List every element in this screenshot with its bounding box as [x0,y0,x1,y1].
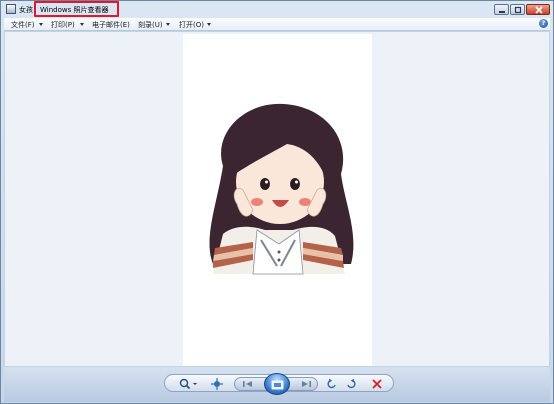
minimize-icon [499,11,505,13]
menu-print-dropdown-icon[interactable] [80,23,84,26]
displayed-image [183,34,372,366]
rotate-left-icon[interactable] [326,378,338,390]
maximize-icon [514,6,522,14]
help-icon[interactable]: ? [539,19,548,28]
next-icon[interactable] [299,379,313,389]
menu-email[interactable]: 电子邮件(E) [92,20,130,30]
menu-print[interactable]: 打印(P) [51,20,75,30]
close-button[interactable] [526,4,550,15]
maximize-button[interactable] [510,4,525,15]
menu-open[interactable]: 打开(O) [179,20,204,30]
slideshow-icon [271,380,284,390]
menu-burn[interactable]: 刻录(U) [138,20,163,30]
zoom-icon[interactable] [179,378,197,390]
slideshow-button[interactable] [264,373,290,395]
close-icon [535,6,543,14]
delete-icon[interactable] [371,378,383,390]
menu-file[interactable]: 文件(F) [11,20,35,30]
minimize-button[interactable] [494,4,509,15]
previous-icon[interactable] [241,379,255,389]
menu-file-dropdown-icon[interactable] [39,23,43,26]
photo-viewer-window: 女孩 Windows 照片查看器 文件(F) 打印(P) 电子邮件(E) 刻录(… [0,0,554,404]
window-title-filename: 女孩 [19,6,33,14]
title-bar[interactable]: 女孩 Windows 照片查看器 [1,1,553,18]
menu-open-dropdown-icon[interactable] [207,23,211,26]
rotate-right-icon[interactable] [345,378,357,390]
title-highlight-box [34,1,119,17]
actual-size-icon[interactable] [211,378,223,390]
photo-viewer-app-icon[interactable] [6,4,16,14]
girl-illustration [209,103,354,275]
menu-burn-dropdown-icon[interactable] [166,23,170,26]
menu-bar: 文件(F) 打印(P) 电子邮件(E) 刻录(U) 打开(O) ? [4,18,550,31]
